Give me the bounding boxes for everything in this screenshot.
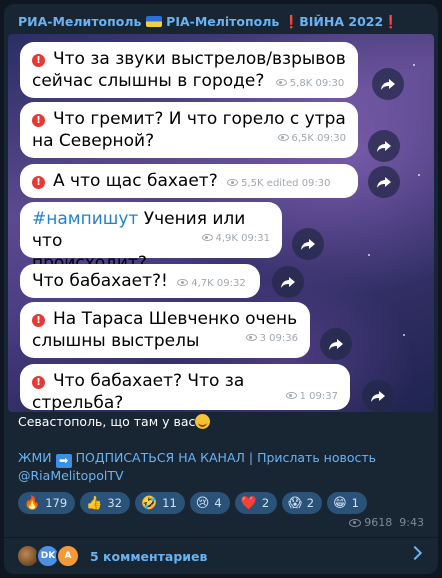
- reaction-cry[interactable]: 😢 4: [189, 492, 230, 514]
- share-button[interactable]: [362, 380, 394, 412]
- message-text: Что бабахает?!: [32, 271, 168, 291]
- reaction-rofl[interactable]: 🤣 11: [134, 492, 185, 514]
- share-icon: [281, 277, 295, 288]
- thumbs-up-icon: 👍: [86, 495, 103, 511]
- message-bubble[interactable]: Что бабахает?! 4,7K 09:32: [20, 264, 260, 298]
- message-text: сейчас слышны в городе?: [32, 71, 265, 91]
- message-bubble[interactable]: ! Что гремит? И что горело с утра на Севе…: [20, 102, 358, 158]
- message-text: Что гремит? И что горело с утра: [53, 109, 346, 129]
- smile-icon: [195, 414, 211, 429]
- post-meta: 9618 9:43: [349, 516, 424, 529]
- message-bubble[interactable]: ! Что бабахает? Что за стрельба? 1 09:37: [20, 364, 350, 412]
- channel-name[interactable]: РИА-Мелитополь РІА-Мелітополь ❗ВІЙНА 202…: [18, 14, 399, 30]
- grin-icon: 😁: [333, 495, 347, 511]
- comments-label: 5 комментариев: [90, 548, 208, 564]
- exclamation-icon: ❗: [383, 14, 399, 29]
- share-icon: [377, 177, 391, 188]
- exclamation-icon: !: [32, 376, 45, 389]
- commenter-avatars: DK A: [16, 544, 90, 568]
- war-label: ВІЙНА 2022: [299, 14, 384, 29]
- share-icon: [301, 239, 315, 250]
- share-button[interactable]: [372, 68, 404, 100]
- share-icon: [377, 141, 391, 152]
- avatar: A: [56, 544, 80, 568]
- message-text: На Тараса Шевченко очень: [53, 309, 298, 329]
- channel-name-ru: РИА-Мелитополь: [18, 14, 142, 29]
- exclamation-icon: ❗: [283, 14, 300, 29]
- eye-icon: [245, 334, 257, 341]
- message-meta: 3 09:36: [245, 328, 298, 350]
- message-meta: 5,5K edited 09:30: [227, 178, 331, 189]
- reactions-bar: 🔥 179 👍 32 🤣 11 😢 4 ❤️ 2 😱 2 😁 1: [18, 492, 367, 514]
- arrow-right-icon: ➡: [55, 454, 72, 468]
- share-icon: [371, 391, 385, 402]
- eye-icon: [177, 279, 189, 286]
- heart-icon: ❤️: [240, 495, 257, 511]
- cta-prefix: ЖМИ: [18, 450, 52, 465]
- post-caption: Севастополь, що там у вас: [18, 414, 211, 430]
- crying-face-icon: 😢: [195, 495, 210, 511]
- eye-icon: [285, 392, 297, 399]
- share-button[interactable]: [320, 328, 352, 360]
- exclamation-icon: !: [32, 114, 45, 127]
- eye-icon: [275, 79, 287, 86]
- share-button[interactable]: [368, 166, 400, 198]
- exclamation-icon: !: [32, 54, 45, 67]
- subscribe-block: ЖМИ ➡ ПОДПИСАТЬСЯ НА КАНАЛ | Прислать но…: [18, 450, 376, 484]
- message-bubble[interactable]: ! Что за звуки выстрелов/взрывов сейчас с…: [20, 42, 358, 98]
- hashtag-link[interactable]: #нампишут: [32, 209, 138, 229]
- message-text: Что за звуки выстрелов/взрывов: [53, 49, 346, 69]
- eye-icon: [201, 234, 213, 241]
- reaction-heart[interactable]: ❤️ 2: [234, 492, 278, 514]
- message-meta: 1 09:37: [285, 386, 338, 408]
- message-meta: 4,9K 09:31: [201, 228, 270, 250]
- exclamation-icon: !: [32, 176, 45, 189]
- channel-post: РИА-Мелитополь РІА-Мелітополь ❗ВІЙНА 202…: [4, 4, 438, 574]
- eye-icon: [277, 134, 289, 141]
- message-bubble[interactable]: ! На Тараса Шевченко очень слышны выстрел…: [20, 302, 310, 358]
- post-photo[interactable]: ! Что за звуки выстрелов/взрывов сейчас с…: [8, 34, 434, 412]
- post-time: 9:43: [399, 516, 424, 529]
- eye-icon: [227, 179, 239, 186]
- share-button[interactable]: [272, 266, 304, 298]
- fire-icon: 🔥: [24, 495, 41, 511]
- message-bubble[interactable]: #нампишут Учения или что происходит? 4,9…: [20, 202, 282, 273]
- caption-text: Севастополь, що там у вас: [18, 414, 196, 429]
- ukraine-flag-icon: [145, 16, 162, 27]
- reaction-fire[interactable]: 🔥 179: [18, 492, 76, 514]
- share-icon: [329, 339, 343, 350]
- message-text: слышны выстрелы: [32, 331, 200, 351]
- share-icon: [381, 79, 395, 90]
- rofl-icon: 🤣: [140, 495, 158, 511]
- comments-button[interactable]: DK A 5 комментариев: [4, 538, 438, 574]
- chevron-right-icon: [407, 545, 423, 561]
- channel-handle-link[interactable]: @RiaMelitopolTV: [18, 468, 124, 483]
- message-meta: 6,5K 09:30: [277, 128, 346, 150]
- share-button[interactable]: [368, 130, 400, 162]
- channel-name-ua: РІА-Мелітополь: [166, 14, 280, 29]
- message-text: на Северной?: [32, 131, 155, 151]
- eye-icon: [349, 519, 362, 527]
- message-text: Что бабахает? Что за стрельба?: [32, 371, 245, 412]
- post-views: 9618: [364, 516, 393, 529]
- message-meta: 4,7K 09:32: [177, 278, 246, 289]
- subscribe-link[interactable]: ПОДПИСАТЬСЯ НА КАНАЛ | Прислать новость: [76, 450, 376, 465]
- reaction-scream[interactable]: 😱 2: [282, 492, 323, 514]
- exclamation-icon: !: [32, 314, 45, 327]
- message-text: А что щас бахает?: [53, 171, 218, 191]
- message-bubble[interactable]: ! А что щас бахает? 5,5K edited 09:30: [20, 164, 358, 198]
- share-button[interactable]: [292, 228, 324, 260]
- reaction-thumbs-up[interactable]: 👍 32: [80, 492, 130, 514]
- message-meta: 5,8K 09:30: [275, 78, 344, 89]
- scream-icon: 😱: [288, 495, 302, 511]
- reaction-grin[interactable]: 😁 1: [327, 492, 367, 514]
